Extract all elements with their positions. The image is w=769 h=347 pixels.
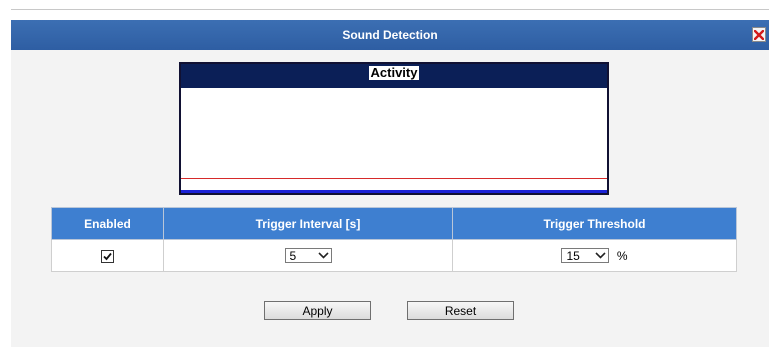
checkmark-icon [103, 252, 112, 260]
apply-button[interactable]: Apply [264, 301, 371, 320]
top-divider [11, 9, 769, 10]
reset-button[interactable]: Reset [407, 301, 514, 320]
threshold-line [181, 178, 607, 179]
dialog-titlebar: Sound Detection [11, 20, 769, 50]
interval-cell: 5 [163, 239, 453, 272]
chevron-down-icon [595, 252, 607, 259]
enabled-cell [51, 239, 164, 272]
activity-header: Activity [181, 64, 607, 88]
trigger-interval-select[interactable]: 5 [284, 248, 332, 264]
threshold-unit: % [616, 248, 628, 263]
close-icon [754, 29, 764, 40]
settings-table: Enabled Trigger Interval [s] Trigger Thr… [51, 207, 737, 272]
sound-detection-dialog: Sound Detection Activity Enabled Trigger… [11, 20, 769, 347]
settings-header-row: Enabled Trigger Interval [s] Trigger Thr… [51, 207, 737, 240]
enabled-checkbox[interactable] [101, 249, 114, 263]
threshold-cell: 15 % [452, 239, 737, 272]
close-button[interactable] [752, 27, 766, 42]
sound-level-bar [181, 190, 607, 193]
enabled-header: Enabled [51, 207, 164, 240]
trigger-threshold-select[interactable]: 15 [561, 248, 610, 264]
interval-header: Trigger Interval [s] [163, 207, 453, 240]
trigger-interval-value: 5 [289, 248, 297, 263]
trigger-threshold-value: 15 [566, 248, 580, 263]
settings-row: 5 15 % [51, 239, 737, 272]
activity-meter: Activity [179, 62, 609, 195]
chevron-down-icon [317, 252, 329, 259]
activity-title: Activity [368, 65, 420, 80]
threshold-header: Trigger Threshold [452, 207, 737, 240]
dialog-title: Sound Detection [342, 28, 438, 42]
